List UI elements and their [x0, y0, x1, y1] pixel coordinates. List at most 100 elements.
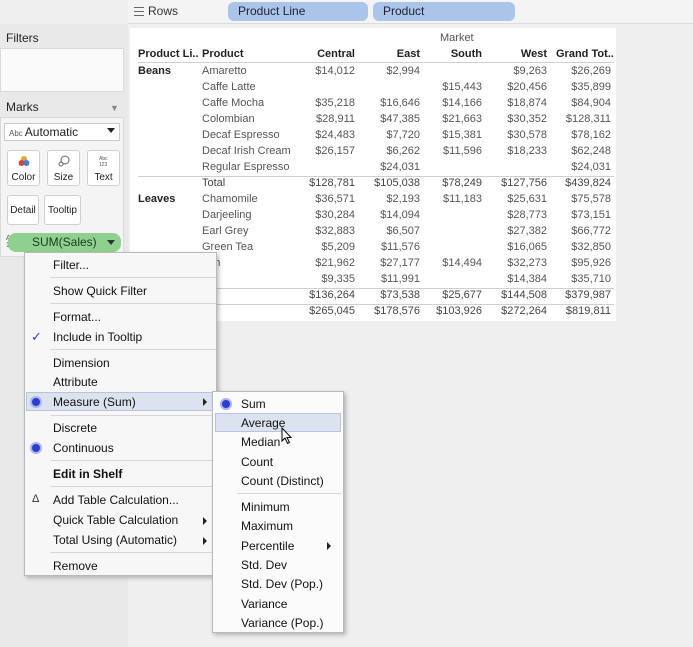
subtotal-row-east[interactable]: $105,038 — [370, 177, 420, 189]
group-label[interactable]: Leaves — [138, 193, 175, 205]
table-row-east[interactable]: $11,576 — [370, 241, 420, 253]
grand-total-row-south[interactable]: $103,926 — [430, 305, 482, 317]
col-header-product[interactable]: Product — [202, 48, 244, 60]
menu-item-measure-sum[interactable]: Measure (Sum) — [53, 395, 136, 409]
table-row-west[interactable]: $28,773 — [490, 209, 547, 221]
table-row-grand-total[interactable]: $35,899 — [556, 81, 611, 93]
table-row-east[interactable]: $7,720 — [370, 129, 420, 141]
table-row-south[interactable]: $14,494 — [430, 257, 482, 269]
table-row-grand-total[interactable]: $32,850 — [556, 241, 611, 253]
table-row-east[interactable]: $11,991 — [370, 273, 420, 285]
subtotal-row-central[interactable]: $136,264 — [300, 289, 355, 301]
table-row-central[interactable]: $26,157 — [300, 145, 355, 157]
table-row-product[interactable]: Caffe Latte — [202, 81, 256, 93]
menu-item-add-table-calculation[interactable]: Add Table Calculation... — [53, 493, 179, 507]
table-row-product[interactable]: Decaf Espresso — [202, 129, 280, 141]
table-row-product[interactable]: Decaf Irish Cream — [202, 145, 291, 157]
menu-item-include-in-tooltip[interactable]: Include in Tooltip — [53, 330, 142, 344]
submenu-item-variance[interactable]: Variance — [241, 597, 287, 611]
menu-item-dimension[interactable]: Dimension — [53, 356, 110, 370]
table-row-west[interactable]: $20,456 — [490, 81, 547, 93]
submenu-item-sum[interactable]: Sum — [241, 397, 266, 411]
menu-item-continuous[interactable]: Continuous — [53, 441, 114, 455]
table-row-product[interactable]: Regular Espresso — [202, 161, 289, 173]
submenu-item-maximum[interactable]: Maximum — [241, 519, 293, 533]
menu-item-attribute[interactable]: Attribute — [53, 375, 98, 389]
table-row-central[interactable]: $14,012 — [300, 65, 355, 77]
table-row-east[interactable]: $27,177 — [370, 257, 420, 269]
subtotal-row-central[interactable]: $128,781 — [300, 177, 355, 189]
table-row-south[interactable]: $15,443 — [430, 81, 482, 93]
subtotal-row-grand-total[interactable]: $379,987 — [556, 289, 611, 301]
subtotal-row-south[interactable]: $78,249 — [430, 177, 482, 189]
table-row-west[interactable]: $14,384 — [490, 273, 547, 285]
submenu-item-minimum[interactable]: Minimum — [241, 500, 290, 514]
pill-caret-icon[interactable] — [107, 240, 115, 245]
table-row-west[interactable]: $18,233 — [490, 145, 547, 157]
menu-item-filter[interactable]: Filter... — [53, 258, 89, 272]
table-row-grand-total[interactable]: $84,904 — [556, 97, 611, 109]
filters-shelf[interactable] — [0, 48, 124, 92]
table-row-west[interactable]: $18,874 — [490, 97, 547, 109]
table-row-west[interactable]: $9,263 — [490, 65, 547, 77]
table-row-south[interactable]: $14,166 — [430, 97, 482, 109]
table-row-east[interactable]: $24,031 — [370, 161, 420, 173]
table-row-central[interactable]: $30,284 — [300, 209, 355, 221]
table-row-grand-total[interactable]: $95,926 — [556, 257, 611, 269]
grand-total-row-grand-total[interactable]: $819,811 — [556, 305, 611, 317]
table-row-product[interactable]: Amaretto — [202, 65, 247, 77]
menu-item-remove[interactable]: Remove — [53, 559, 98, 573]
col-header-product-line[interactable]: Product Li.. — [138, 48, 199, 60]
col-header-east[interactable]: East — [370, 48, 420, 60]
table-row-grand-total[interactable]: $35,710 — [556, 273, 611, 285]
detail-button[interactable]: Detail — [7, 195, 39, 225]
submenu-item-average[interactable]: Average — [241, 416, 285, 430]
table-row-south[interactable]: $21,663 — [430, 113, 482, 125]
table-row-east[interactable]: $6,507 — [370, 225, 420, 237]
subtotal-row-west[interactable]: $144,508 — [490, 289, 547, 301]
menu-item-edit-in-shelf[interactable]: Edit in Shelf — [53, 467, 122, 481]
text-button[interactable]: Abc 123 Text — [87, 150, 120, 186]
table-row-product[interactable]: Chamomile — [202, 193, 258, 205]
grand-total-row-west[interactable]: $272,264 — [490, 305, 547, 317]
table-row-product[interactable]: Caffe Mocha — [202, 97, 264, 109]
table-row-east[interactable]: $2,193 — [370, 193, 420, 205]
sum-sales-pill[interactable]: SUM(Sales) — [8, 233, 121, 252]
submenu-item-count-distinct[interactable]: Count (Distinct) — [241, 474, 324, 488]
menu-item-show-quick-filter[interactable]: Show Quick Filter — [53, 284, 147, 298]
table-row-south[interactable]: $15,381 — [430, 129, 482, 141]
table-row-south[interactable]: $11,596 — [430, 145, 482, 157]
table-row-central[interactable]: $36,571 — [300, 193, 355, 205]
table-row-central[interactable]: $21,962 — [300, 257, 355, 269]
table-row-grand-total[interactable]: $62,248 — [556, 145, 611, 157]
submenu-item-std-dev-pop[interactable]: Std. Dev (Pop.) — [241, 577, 323, 591]
table-row-east[interactable]: $16,646 — [370, 97, 420, 109]
table-row-central[interactable]: $5,209 — [300, 241, 355, 253]
subtotal-row-product[interactable]: Total — [202, 177, 225, 189]
group-label[interactable]: Beans — [138, 65, 171, 77]
table-row-west[interactable]: $30,352 — [490, 113, 547, 125]
table-row-central[interactable]: $9,335 — [300, 273, 355, 285]
col-header-grand-total[interactable]: Grand Tot.. — [556, 48, 614, 60]
subtotal-row-west[interactable]: $127,756 — [490, 177, 547, 189]
subtotal-row-east[interactable]: $73,538 — [370, 289, 420, 301]
submenu-item-std-dev[interactable]: Std. Dev — [241, 558, 287, 572]
table-row-grand-total[interactable]: $128,311 — [556, 113, 611, 125]
table-row-central[interactable]: $24,483 — [300, 129, 355, 141]
mark-type-dropdown[interactable]: Abc Automatic — [4, 123, 120, 141]
table-row-east[interactable]: $14,094 — [370, 209, 420, 221]
menu-item-total-using[interactable]: Total Using (Automatic) — [53, 533, 177, 547]
table-row-west[interactable]: $25,631 — [490, 193, 547, 205]
table-row-product[interactable]: Darjeeling — [202, 209, 252, 221]
table-row-west[interactable]: $30,578 — [490, 129, 547, 141]
subtotal-row-south[interactable]: $25,677 — [430, 289, 482, 301]
grand-total-row-central[interactable]: $265,045 — [300, 305, 355, 317]
subtotal-row-grand-total[interactable]: $439,824 — [556, 177, 611, 189]
submenu-item-median[interactable]: Median — [241, 435, 280, 449]
table-row-product[interactable]: Colombian — [202, 113, 255, 125]
menu-item-format[interactable]: Format... — [53, 310, 101, 324]
table-row-grand-total[interactable]: $75,578 — [556, 193, 611, 205]
rows-pill-product-line[interactable]: Product Line — [228, 2, 368, 21]
table-row-central[interactable]: $32,883 — [300, 225, 355, 237]
table-row-product[interactable]: Earl Grey — [202, 225, 248, 237]
